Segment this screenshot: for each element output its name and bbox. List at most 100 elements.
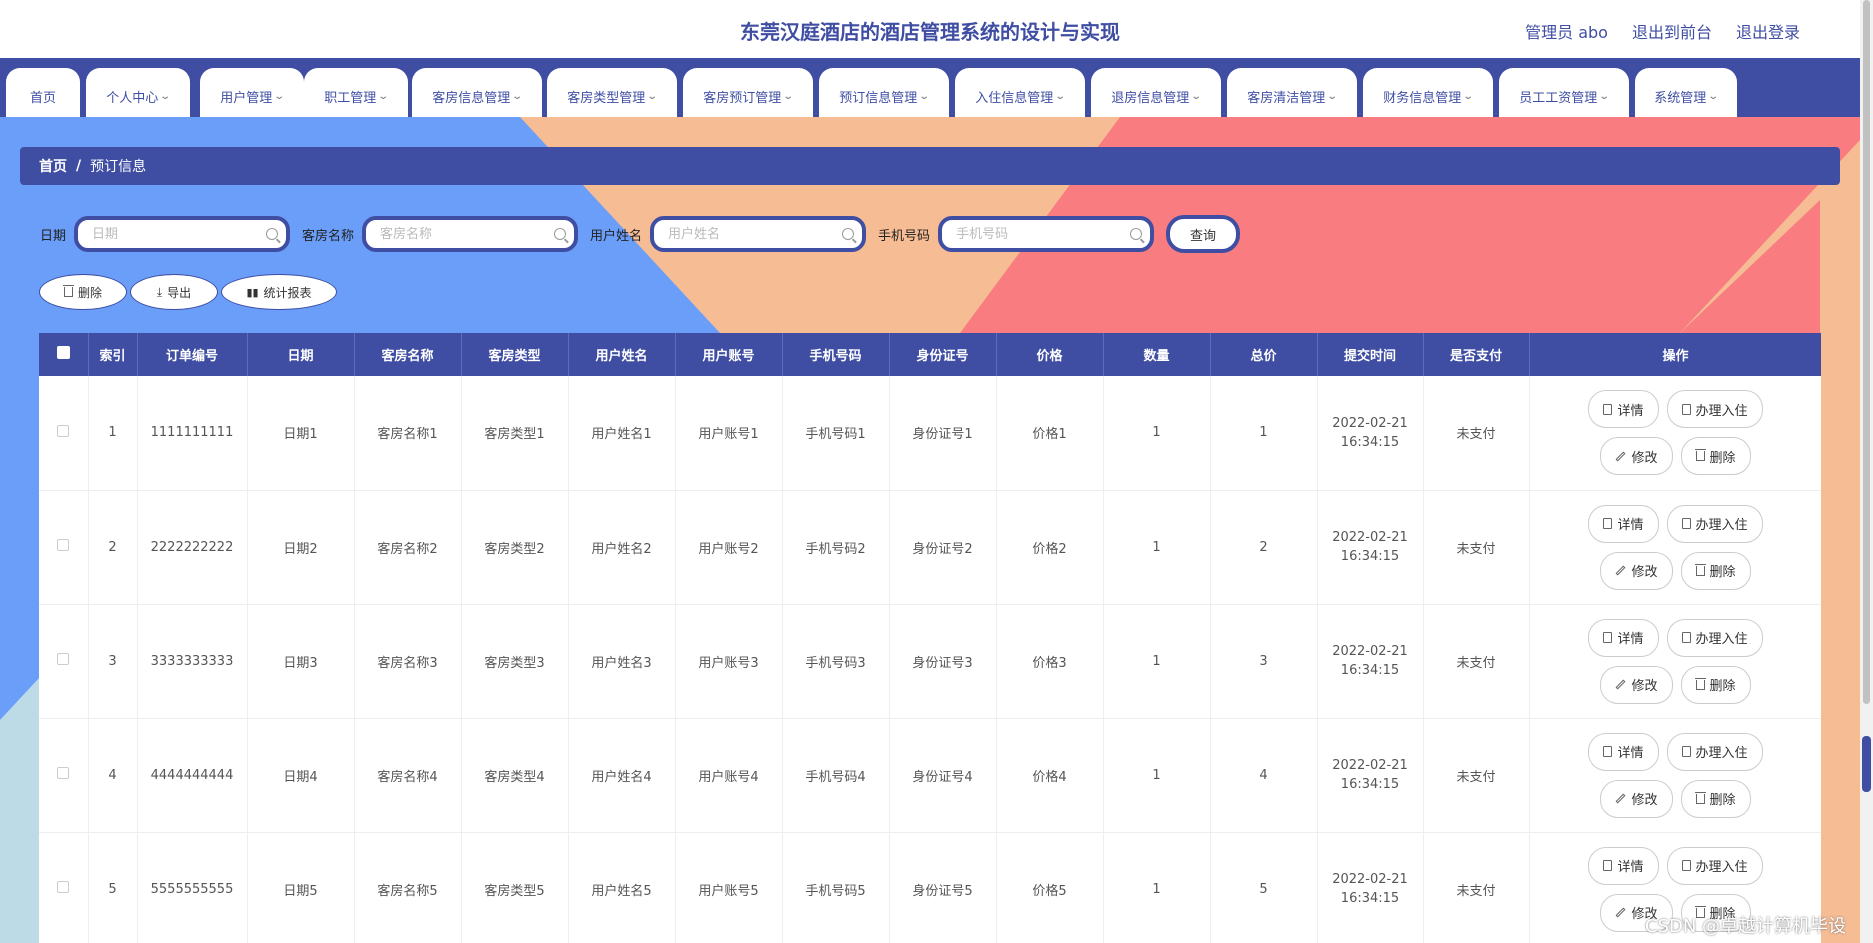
select-all-checkbox[interactable]	[56, 346, 70, 359]
checkin-label: 办理入住	[1695, 518, 1748, 533]
cell-room-name: 客房名称4	[354, 718, 462, 833]
nav-item-checkout-info[interactable]: 退房信息管理 ⌄	[1091, 68, 1221, 117]
nav-item-room-booking[interactable]: 客房预订管理 ⌄	[683, 68, 813, 117]
checkin-button[interactable]: 办理入住	[1666, 732, 1763, 771]
nav-item-label: 预订信息管理	[839, 91, 918, 106]
column-header: 客房名称	[354, 333, 462, 376]
row-checkbox[interactable]	[57, 881, 70, 893]
nav-item-staff-management[interactable]: 职工管理 ⌄	[304, 68, 408, 117]
edit-button[interactable]: 修改	[1600, 779, 1673, 818]
edit-label: 修改	[1631, 679, 1658, 694]
cell-room-type: 客房类型2	[461, 490, 569, 605]
nav-item-label: 客房类型管理	[567, 91, 646, 106]
room-name-label: 客房名称	[302, 228, 355, 244]
nav-item-system[interactable]: 系统管理 ⌄	[1635, 68, 1737, 117]
edit-button[interactable]: 修改	[1600, 437, 1673, 476]
detail-button[interactable]: 详情	[1588, 732, 1659, 771]
pencil-icon	[1616, 451, 1626, 462]
cell-id-no: 身份证号3	[889, 604, 997, 719]
row-checkbox[interactable]	[57, 653, 70, 665]
document-icon	[1681, 403, 1691, 415]
cell-user-name: 用户姓名2	[568, 490, 676, 605]
nav-item-label: 系统管理	[1654, 91, 1707, 106]
cell-submit-time: 2022-02-21 16:34:15	[1317, 832, 1424, 943]
column-header: 索引	[88, 333, 138, 376]
cell-index: 3	[88, 604, 138, 719]
logout-link[interactable]: 退出登录	[1736, 19, 1800, 43]
column-header: 用户账号	[675, 333, 783, 376]
nav-item-finance-info[interactable]: 财务信息管理 ⌄	[1363, 68, 1493, 117]
cell-user-account: 用户账号5	[675, 832, 783, 943]
admin-user-label[interactable]: 管理员 abo	[1525, 19, 1608, 43]
edit-button[interactable]: 修改	[1600, 551, 1673, 590]
cell-user-account: 用户账号2	[675, 490, 783, 605]
cell-date: 日期1	[247, 376, 355, 491]
cell-order-no: 2222222222	[137, 490, 248, 605]
detail-button[interactable]: 详情	[1588, 618, 1659, 657]
detail-button[interactable]: 详情	[1588, 390, 1659, 429]
row-delete-button[interactable]: 删除	[1680, 665, 1751, 704]
detail-label: 详情	[1617, 746, 1644, 761]
row-delete-label: 删除	[1709, 450, 1736, 466]
row-checkbox[interactable]	[57, 767, 70, 779]
bulk-delete-button[interactable]: 删除	[39, 274, 127, 310]
checkin-button[interactable]: 办理入住	[1666, 390, 1763, 429]
cell-user-name: 用户姓名4	[568, 718, 676, 833]
breadcrumb-home[interactable]: 首页	[39, 156, 67, 176]
download-icon: ⤓	[156, 284, 163, 299]
export-button[interactable]: ⤓ 导出	[130, 274, 218, 310]
column-header: 提交时间	[1317, 333, 1424, 376]
nav-item-room-info[interactable]: 客房信息管理 ⌄	[412, 68, 542, 117]
row-checkbox[interactable]	[57, 424, 70, 437]
header-links: 管理员 abo 退出到前台 退出登录	[1525, 19, 1800, 43]
detail-button[interactable]: 详情	[1588, 504, 1659, 543]
cell-total: 1	[1210, 376, 1318, 491]
cell-paid: 未支付	[1423, 376, 1530, 491]
row-select-cell	[39, 604, 89, 719]
chevron-down-icon: ⌄	[782, 91, 795, 102]
submit-date: 2022-02-21	[1332, 415, 1408, 431]
row-delete-button[interactable]: 删除	[1680, 779, 1751, 818]
nav-item-checkin-info[interactable]: 入住信息管理 ⌄	[955, 68, 1085, 117]
nav-item-booking-info[interactable]: 预订信息管理 ⌄	[819, 68, 949, 117]
room-name-input[interactable]	[366, 220, 575, 248]
nav-item-personal-center[interactable]: 个人中心 ⌄	[86, 68, 190, 117]
nav-item-home[interactable]: 首页	[6, 68, 80, 117]
document-icon	[1603, 632, 1613, 643]
nav-item-room-type[interactable]: 客房类型管理 ⌄	[547, 68, 677, 117]
row-delete-button[interactable]: 删除	[1680, 437, 1751, 476]
detail-button[interactable]: 详情	[1588, 846, 1659, 885]
document-icon	[1603, 746, 1613, 757]
user-name-input[interactable]	[654, 220, 863, 248]
row-delete-button[interactable]: 删除	[1680, 551, 1751, 590]
query-button[interactable]: 查询	[1166, 215, 1241, 253]
cell-price: 价格3	[996, 604, 1104, 719]
edit-button[interactable]: 修改	[1600, 665, 1673, 704]
cell-user-name: 用户姓名3	[568, 604, 676, 719]
nav-item-room-cleaning[interactable]: 客房清洁管理 ⌄	[1227, 68, 1357, 117]
chevron-down-icon: ⌄	[159, 91, 172, 102]
checkin-button[interactable]: 办理入住	[1666, 846, 1763, 885]
date-input[interactable]	[78, 220, 287, 248]
cell-qty: 1	[1103, 718, 1211, 833]
trash-icon	[1694, 791, 1706, 804]
scrollbar-thumb[interactable]	[1863, 0, 1870, 704]
exit-to-front-link[interactable]: 退出到前台	[1632, 19, 1712, 43]
checkin-button[interactable]: 办理入住	[1666, 618, 1763, 657]
submit-clock: 16:34:15	[1340, 777, 1400, 792]
nav-item-user-management[interactable]: 用户管理 ⌄	[200, 68, 304, 117]
page-scrollbar[interactable]	[1860, 0, 1873, 943]
nav-item-salary[interactable]: 员工工资管理 ⌄	[1499, 68, 1629, 117]
search-icon	[842, 228, 855, 240]
booking-table: 索引 订单编号 日期 客房名称 客房类型 用户姓名 用户账号 手机号码 身份证号…	[39, 333, 1821, 943]
search-icon	[1130, 228, 1143, 240]
nav-item-label: 客房预订管理	[703, 91, 782, 106]
column-header: 价格	[996, 333, 1104, 376]
edit-label: 修改	[1631, 450, 1658, 466]
report-button[interactable]: ▮▮ 统计报表	[221, 274, 337, 310]
cell-order-no: 1111111111	[137, 376, 248, 491]
submit-clock: 16:34:15	[1340, 549, 1400, 564]
checkin-button[interactable]: 办理入住	[1666, 504, 1763, 543]
row-checkbox[interactable]	[57, 539, 70, 551]
phone-input[interactable]	[942, 220, 1151, 248]
